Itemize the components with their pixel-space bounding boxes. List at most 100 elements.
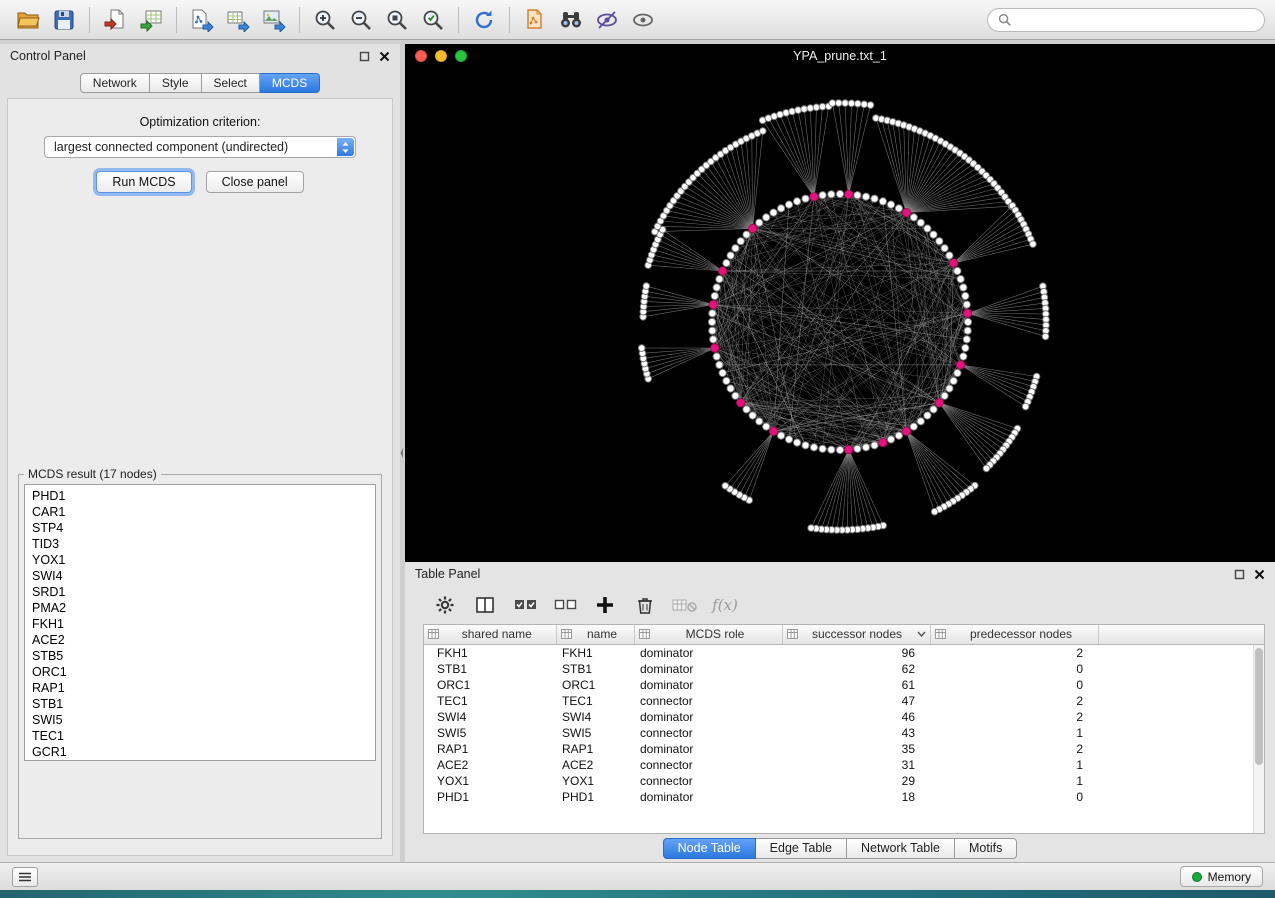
hide-columns-icon bbox=[672, 595, 698, 615]
column-header-MCDS-role[interactable]: MCDS role bbox=[634, 625, 782, 644]
result-item[interactable]: TEC1 bbox=[25, 728, 375, 744]
zoom-in-button[interactable] bbox=[307, 5, 343, 35]
search-icon bbox=[998, 13, 1012, 27]
sort-icon bbox=[639, 629, 650, 639]
table-row[interactable]: RAP1RAP1dominator352 bbox=[424, 741, 1264, 757]
add-column-button[interactable] bbox=[589, 591, 621, 619]
column-header-shared-name[interactable]: shared name bbox=[424, 625, 556, 644]
column-header-name[interactable]: name bbox=[556, 625, 634, 644]
toolbar-separator bbox=[509, 7, 510, 33]
search-box[interactable] bbox=[987, 8, 1265, 32]
node-table[interactable]: shared namenameMCDS rolesuccessor nodesp… bbox=[423, 624, 1265, 834]
window-minimize-button[interactable] bbox=[435, 50, 447, 62]
export-table-button[interactable] bbox=[220, 5, 256, 35]
table-row[interactable]: TEC1TEC1connector472 bbox=[424, 693, 1264, 709]
zoom-selected-icon bbox=[421, 8, 445, 32]
result-item[interactable]: STP4 bbox=[25, 520, 375, 536]
table-tab-node-table[interactable]: Node Table bbox=[663, 838, 756, 859]
result-item[interactable]: ORC1 bbox=[25, 664, 375, 680]
result-item[interactable]: STB1 bbox=[25, 696, 375, 712]
table-row[interactable]: FKH1FKH1dominator962 bbox=[424, 644, 1264, 661]
zoom-out-button[interactable] bbox=[343, 5, 379, 35]
cell-predecessors: 1 bbox=[930, 773, 1098, 789]
close-panel-icon[interactable] bbox=[379, 51, 390, 62]
show-hide-button[interactable] bbox=[625, 5, 661, 35]
table-row[interactable]: PHD1PHD1dominator180 bbox=[424, 789, 1264, 805]
float-table-panel-icon[interactable] bbox=[1234, 569, 1245, 580]
delete-column-button[interactable] bbox=[629, 591, 661, 619]
table-row[interactable]: ACE2ACE2connector311 bbox=[424, 757, 1264, 773]
window-close-button[interactable] bbox=[415, 50, 427, 62]
table-row[interactable]: SWI4SWI4dominator462 bbox=[424, 709, 1264, 725]
search-input[interactable] bbox=[1018, 13, 1254, 27]
hide-columns-button[interactable] bbox=[669, 591, 701, 619]
result-item[interactable]: CAR1 bbox=[25, 504, 375, 520]
table-tab-motifs[interactable]: Motifs bbox=[955, 838, 1017, 859]
float-panel-icon[interactable] bbox=[359, 51, 370, 62]
result-item[interactable]: TID3 bbox=[25, 536, 375, 552]
deselect-all-button[interactable] bbox=[549, 591, 581, 619]
find-button[interactable] bbox=[553, 5, 589, 35]
table-row[interactable]: STB1STB1dominator620 bbox=[424, 661, 1264, 677]
gear-button[interactable] bbox=[429, 591, 461, 619]
run-mcds-button[interactable]: Run MCDS bbox=[96, 171, 191, 193]
mcds-result-list[interactable]: PHD1CAR1STP4TID3YOX1SWI4SRD1PMA2FKH1ACE2… bbox=[24, 484, 376, 761]
cell-predecessors: 2 bbox=[930, 709, 1098, 725]
cell-predecessors: 2 bbox=[930, 693, 1098, 709]
tab-select[interactable]: Select bbox=[202, 73, 260, 93]
save-button[interactable] bbox=[46, 5, 82, 35]
scrollbar-thumb[interactable] bbox=[1255, 648, 1263, 765]
cell-role: dominator bbox=[634, 677, 782, 693]
memory-button[interactable]: Memory bbox=[1180, 866, 1263, 887]
table-header-row: shared namenameMCDS rolesuccessor nodesp… bbox=[424, 625, 1264, 644]
tab-network[interactable]: Network bbox=[80, 73, 150, 93]
export-image-button[interactable] bbox=[256, 5, 292, 35]
open-folder-button[interactable] bbox=[10, 5, 46, 35]
tab-style[interactable]: Style bbox=[150, 73, 202, 93]
table-row[interactable]: YOX1YOX1connector291 bbox=[424, 773, 1264, 789]
result-item[interactable]: SWI4 bbox=[25, 568, 375, 584]
function-button[interactable]: f(x) bbox=[709, 591, 741, 619]
close-panel-button[interactable]: Close panel bbox=[206, 171, 304, 193]
columns-button[interactable] bbox=[469, 591, 501, 619]
network-titlebar[interactable]: YPA_prune.txt_1 bbox=[405, 44, 1275, 68]
cell-shared_name: SWI4 bbox=[424, 709, 556, 725]
zoom-selected-button[interactable] bbox=[415, 5, 451, 35]
cell-successors: 35 bbox=[782, 741, 930, 757]
column-header-successor-nodes[interactable]: successor nodes bbox=[782, 625, 930, 644]
table-tab-network-table[interactable]: Network Table bbox=[847, 838, 955, 859]
table-tab-edge-table[interactable]: Edge Table bbox=[756, 838, 847, 859]
result-item[interactable]: GCR1 bbox=[25, 744, 375, 760]
export-network-button[interactable] bbox=[184, 5, 220, 35]
result-item[interactable]: ACE2 bbox=[25, 632, 375, 648]
table-scrollbar[interactable] bbox=[1253, 645, 1264, 833]
result-item[interactable]: RAP1 bbox=[25, 680, 375, 696]
close-table-panel-icon[interactable] bbox=[1254, 569, 1265, 580]
select-all-button[interactable] bbox=[509, 591, 541, 619]
result-item[interactable]: PMA2 bbox=[25, 600, 375, 616]
node-table-table: shared namenameMCDS rolesuccessor nodesp… bbox=[424, 625, 1264, 805]
tab-mcds[interactable]: MCDS bbox=[260, 73, 320, 93]
result-item[interactable]: PHD1 bbox=[25, 488, 375, 504]
table-row[interactable]: ORC1ORC1dominator610 bbox=[424, 677, 1264, 693]
import-network-button[interactable] bbox=[97, 5, 133, 35]
zoom-fit-button[interactable] bbox=[379, 5, 415, 35]
result-item[interactable]: YOX1 bbox=[25, 552, 375, 568]
cell-successors: 62 bbox=[782, 661, 930, 677]
refresh-layout-button[interactable] bbox=[466, 5, 502, 35]
copy-network-button[interactable] bbox=[517, 5, 553, 35]
import-table-button[interactable] bbox=[133, 5, 169, 35]
table-row[interactable]: SWI5SWI5connector431 bbox=[424, 725, 1264, 741]
status-menu-button[interactable] bbox=[12, 867, 38, 887]
cell-shared_name: RAP1 bbox=[424, 741, 556, 757]
result-item[interactable]: SWI5 bbox=[25, 712, 375, 728]
result-item[interactable]: STB5 bbox=[25, 648, 375, 664]
network-canvas[interactable] bbox=[405, 68, 1275, 562]
column-header-predecessor-nodes[interactable]: predecessor nodes bbox=[930, 625, 1098, 644]
mcds-result-fieldset: MCDS result (17 nodes) PHD1CAR1STP4TID3Y… bbox=[18, 467, 382, 839]
window-zoom-button[interactable] bbox=[455, 50, 467, 62]
toggle-graphics-button[interactable] bbox=[589, 5, 625, 35]
result-item[interactable]: FKH1 bbox=[25, 616, 375, 632]
criterion-select[interactable]: largest connected component (undirected) bbox=[44, 136, 356, 158]
result-item[interactable]: SRD1 bbox=[25, 584, 375, 600]
